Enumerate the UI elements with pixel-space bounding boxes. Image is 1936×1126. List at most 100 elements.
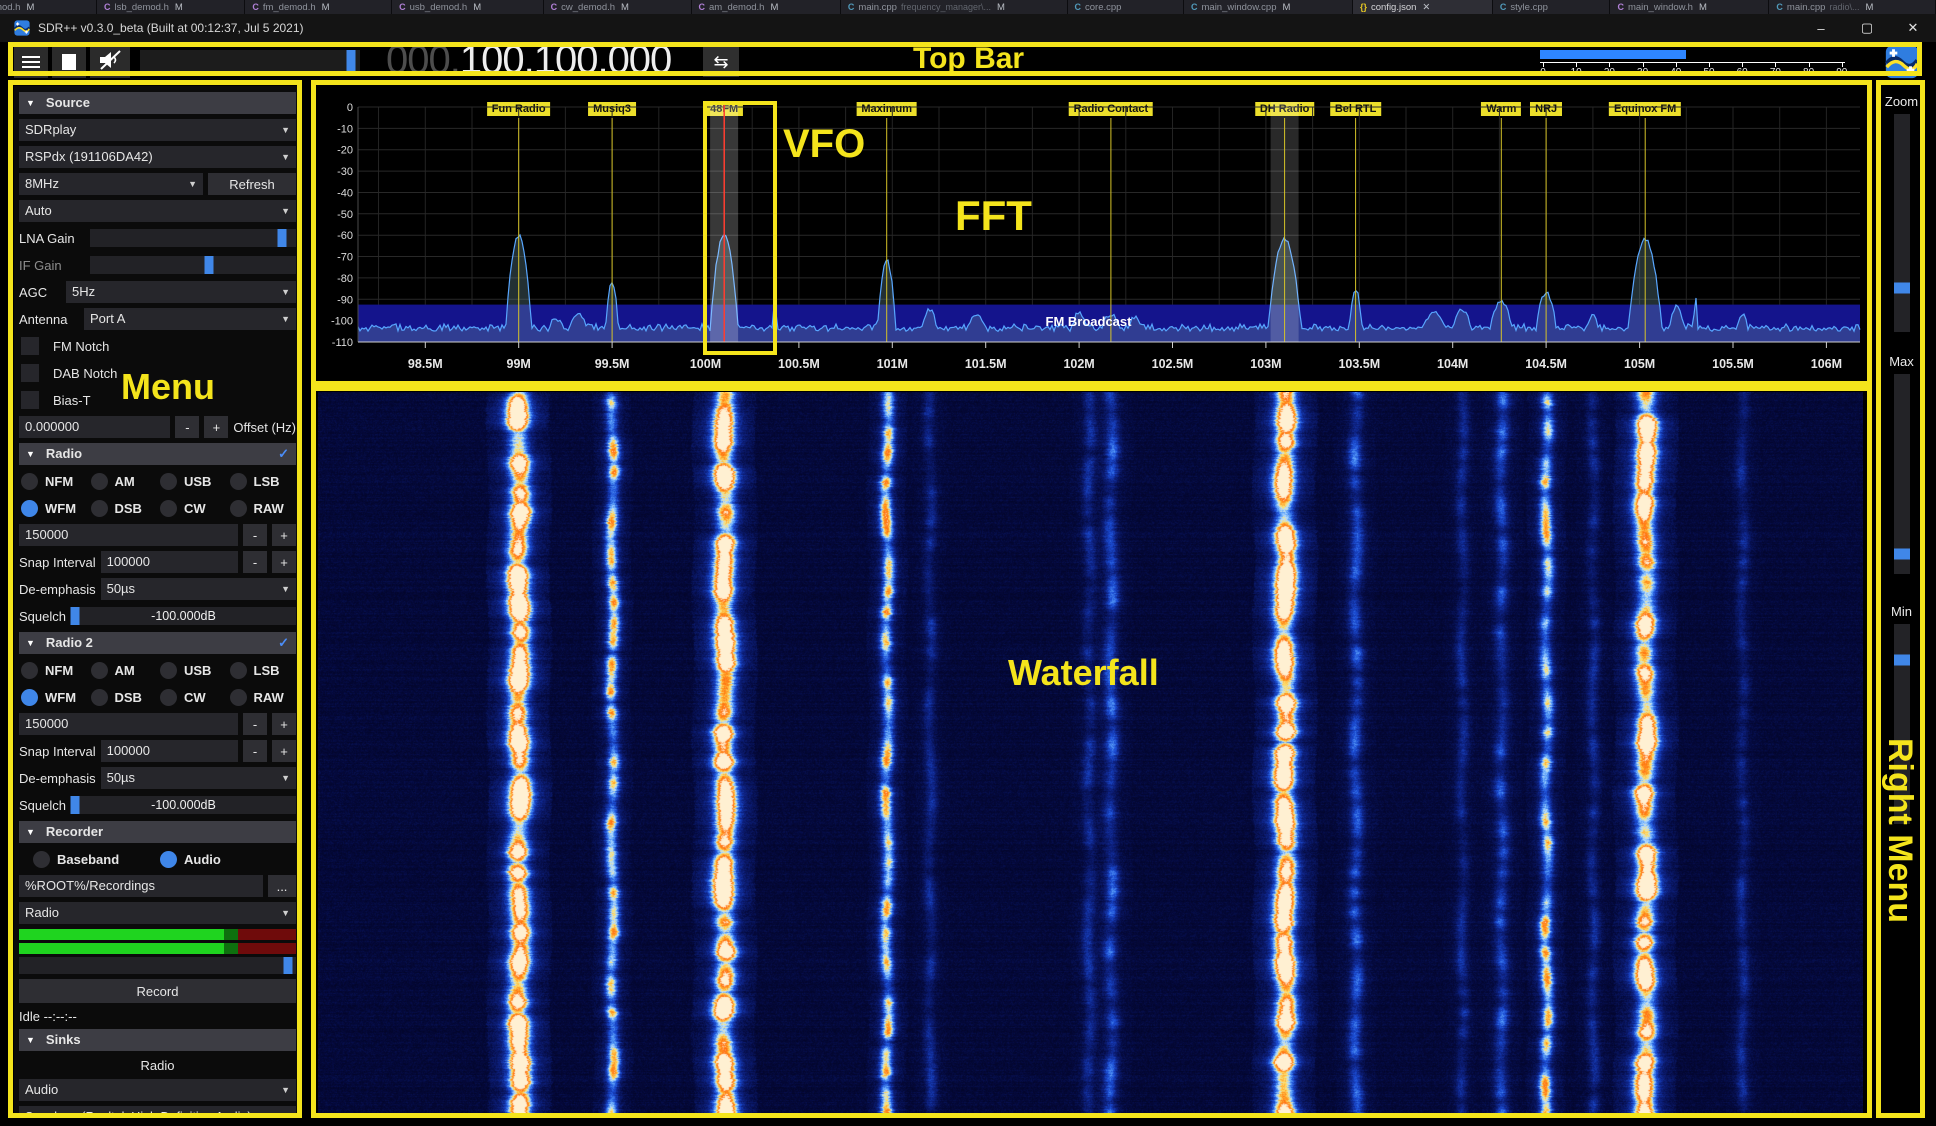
snr-scale-label: 10 bbox=[1571, 67, 1582, 78]
mode-wfm-radio[interactable]: WFM bbox=[21, 689, 86, 706]
offset-minus-button[interactable]: - bbox=[175, 416, 199, 438]
tab-close-icon[interactable]: ✕ bbox=[1422, 2, 1430, 13]
waterfall[interactable] bbox=[318, 392, 1863, 1114]
browse-button[interactable]: ... bbox=[268, 875, 296, 897]
offset-plus-button[interactable]: + bbox=[204, 416, 228, 438]
volume-slider[interactable] bbox=[140, 50, 360, 74]
snap-interval-input[interactable]: 100000 bbox=[101, 740, 238, 762]
editor-tab[interactable]: Cmain.cppradio\...M bbox=[1769, 0, 1936, 14]
editor-tab[interactable]: Cam_demod.hM bbox=[692, 0, 841, 14]
squelch-slider[interactable]: -100.000dB bbox=[71, 607, 296, 625]
modified-marker: M bbox=[997, 2, 1005, 13]
editor-tab[interactable]: Cmain_window.cppM bbox=[1184, 0, 1353, 14]
editor-tab[interactable]: Ccw_demod.hM bbox=[544, 0, 692, 14]
bandwidth-select[interactable]: 8MHz▼ bbox=[19, 173, 203, 195]
frequency-display[interactable]: 000.100.100.000 bbox=[386, 38, 671, 83]
snap-interval-input[interactable]: 100000 bbox=[101, 551, 238, 573]
editor-tab[interactable]: Cmain.cppfrequency_manager\...M bbox=[841, 0, 1068, 14]
fft-display[interactable]: Fun RadioMusiq348FMMaximumRadio ContactD… bbox=[313, 84, 1868, 386]
svg-text:-70: -70 bbox=[337, 252, 353, 264]
min-slider[interactable] bbox=[1894, 624, 1910, 824]
record-button[interactable]: Record bbox=[19, 979, 296, 1003]
snap-interval-label: Snap Interval bbox=[19, 555, 96, 570]
snap-minus-button[interactable]: - bbox=[243, 740, 267, 762]
bias-t-checkbox[interactable]: Bias-T bbox=[19, 389, 296, 411]
recorder-section-header[interactable]: ▼Recorder bbox=[19, 821, 296, 843]
editor-tab[interactable]: Ccore.cpp bbox=[1068, 0, 1184, 14]
close-button[interactable]: ✕ bbox=[1890, 14, 1936, 42]
editor-tab[interactable]: Cdemod.hM bbox=[0, 0, 97, 14]
agc-rate-select[interactable]: 5Hz▼ bbox=[66, 281, 296, 303]
snap-plus-button[interactable]: + bbox=[272, 740, 296, 762]
mode-usb-radio[interactable]: USB bbox=[160, 662, 225, 679]
editor-tab[interactable]: {}config.json✕ bbox=[1353, 0, 1493, 14]
sink-type-select[interactable]: Audio▼ bbox=[19, 1079, 296, 1101]
editor-tab[interactable]: Clsb_demod.hM bbox=[97, 0, 245, 14]
source-section-header[interactable]: ▼Source bbox=[19, 92, 296, 114]
file-type-icon: C bbox=[1776, 2, 1783, 12]
mode-usb-radio[interactable]: USB bbox=[160, 473, 225, 490]
menu-hamburger-button[interactable] bbox=[14, 46, 48, 78]
editor-tab[interactable]: Cstyle.cpp bbox=[1493, 0, 1611, 14]
fm-notch-checkbox[interactable]: FM Notch bbox=[19, 335, 296, 357]
bandwidth-minus-button[interactable]: - bbox=[243, 713, 267, 735]
bandwidth-plus-button[interactable]: + bbox=[272, 524, 296, 546]
editor-tab[interactable]: Cusb_demod.hM bbox=[392, 0, 544, 14]
source-driver-select[interactable]: SDRplay▼ bbox=[19, 119, 296, 141]
recorder-volume-slider[interactable] bbox=[19, 957, 296, 974]
radio2-section-header[interactable]: ▼Radio 2✓ bbox=[19, 632, 296, 654]
mode-cw-radio[interactable]: CW bbox=[160, 500, 225, 517]
mode-nfm-radio[interactable]: NFM bbox=[21, 662, 86, 679]
offset-input[interactable]: 0.000000 bbox=[19, 416, 170, 438]
mode-raw-radio[interactable]: RAW bbox=[230, 500, 295, 517]
radio-bandwidth-input[interactable]: 150000 bbox=[19, 524, 238, 546]
snr-meter: 0102030405060708090 bbox=[1540, 50, 1845, 78]
mode-am-radio[interactable]: AM bbox=[91, 662, 156, 679]
recorder-stream-select[interactable]: Radio▼ bbox=[19, 902, 296, 924]
recorder-audio-radio[interactable]: Audio bbox=[160, 851, 282, 868]
mode-raw-radio[interactable]: RAW bbox=[230, 689, 295, 706]
deemphasis-select[interactable]: 50µs▼ bbox=[101, 578, 296, 600]
deemphasis-select[interactable]: 50µs▼ bbox=[101, 767, 296, 789]
sink-stream-name: Radio bbox=[19, 1056, 296, 1076]
mode-lsb-radio[interactable]: LSB bbox=[230, 473, 295, 490]
fft-spectrum[interactable]: 0-10-20-30-40-50-60-70-80-90-100-11098.5… bbox=[313, 84, 1868, 386]
minimize-button[interactable]: – bbox=[1798, 14, 1844, 42]
svg-text:99M: 99M bbox=[507, 357, 531, 371]
source-device-select[interactable]: RSPdx (191106DA42)▼ bbox=[19, 146, 296, 168]
mode-lsb-radio[interactable]: LSB bbox=[230, 662, 295, 679]
mode-cw-radio[interactable]: CW bbox=[160, 689, 225, 706]
mode-am-radio[interactable]: AM bbox=[91, 473, 156, 490]
mute-button[interactable] bbox=[90, 46, 130, 78]
bandwidth-plus-button[interactable]: + bbox=[272, 713, 296, 735]
squelch-slider[interactable]: -100.000dB bbox=[71, 796, 296, 814]
maximize-button[interactable]: ▢ bbox=[1844, 14, 1890, 42]
recordings-path-input[interactable]: %ROOT%/Recordings bbox=[19, 875, 263, 897]
editor-tab[interactable]: Cfm_demod.hM bbox=[245, 0, 392, 14]
recorder-baseband-radio[interactable]: Baseband bbox=[33, 851, 155, 868]
radio-bandwidth-input[interactable]: 150000 bbox=[19, 713, 238, 735]
max-slider[interactable] bbox=[1894, 374, 1910, 574]
mode-nfm-radio[interactable]: NFM bbox=[21, 473, 86, 490]
mode-dsb-radio[interactable]: DSB bbox=[91, 500, 156, 517]
sink-device-select[interactable]: Speakers (Realtek High Definition Audio)… bbox=[19, 1106, 296, 1116]
bandwidth-minus-button[interactable]: - bbox=[243, 524, 267, 546]
swap-iq-button[interactable]: ⇆ bbox=[703, 47, 739, 77]
stop-button[interactable] bbox=[52, 46, 86, 78]
refresh-button[interactable]: Refresh bbox=[208, 173, 296, 195]
modified-marker: M bbox=[1699, 2, 1707, 13]
lna-gain-slider[interactable] bbox=[90, 229, 296, 247]
sinks-section-header[interactable]: ▼Sinks bbox=[19, 1029, 296, 1051]
mode-wfm-radio[interactable]: WFM bbox=[21, 500, 86, 517]
snap-minus-button[interactable]: - bbox=[243, 551, 267, 573]
antenna-select[interactable]: Port A▼ bbox=[84, 308, 296, 330]
dab-notch-checkbox[interactable]: DAB Notch bbox=[19, 362, 296, 384]
editor-tab[interactable]: Cmain_window.hM bbox=[1610, 0, 1769, 14]
snap-plus-button[interactable]: + bbox=[272, 551, 296, 573]
if-gain-slider[interactable] bbox=[90, 256, 296, 274]
zoom-slider[interactable] bbox=[1894, 114, 1910, 332]
mode-dsb-radio[interactable]: DSB bbox=[91, 689, 156, 706]
editor-tab-strip[interactable]: Cdemod.hMClsb_demod.hMCfm_demod.hMCusb_d… bbox=[0, 0, 1936, 14]
agc-mode-select[interactable]: Auto▼ bbox=[19, 200, 296, 222]
radio-section-header[interactable]: ▼Radio✓ bbox=[19, 443, 296, 465]
